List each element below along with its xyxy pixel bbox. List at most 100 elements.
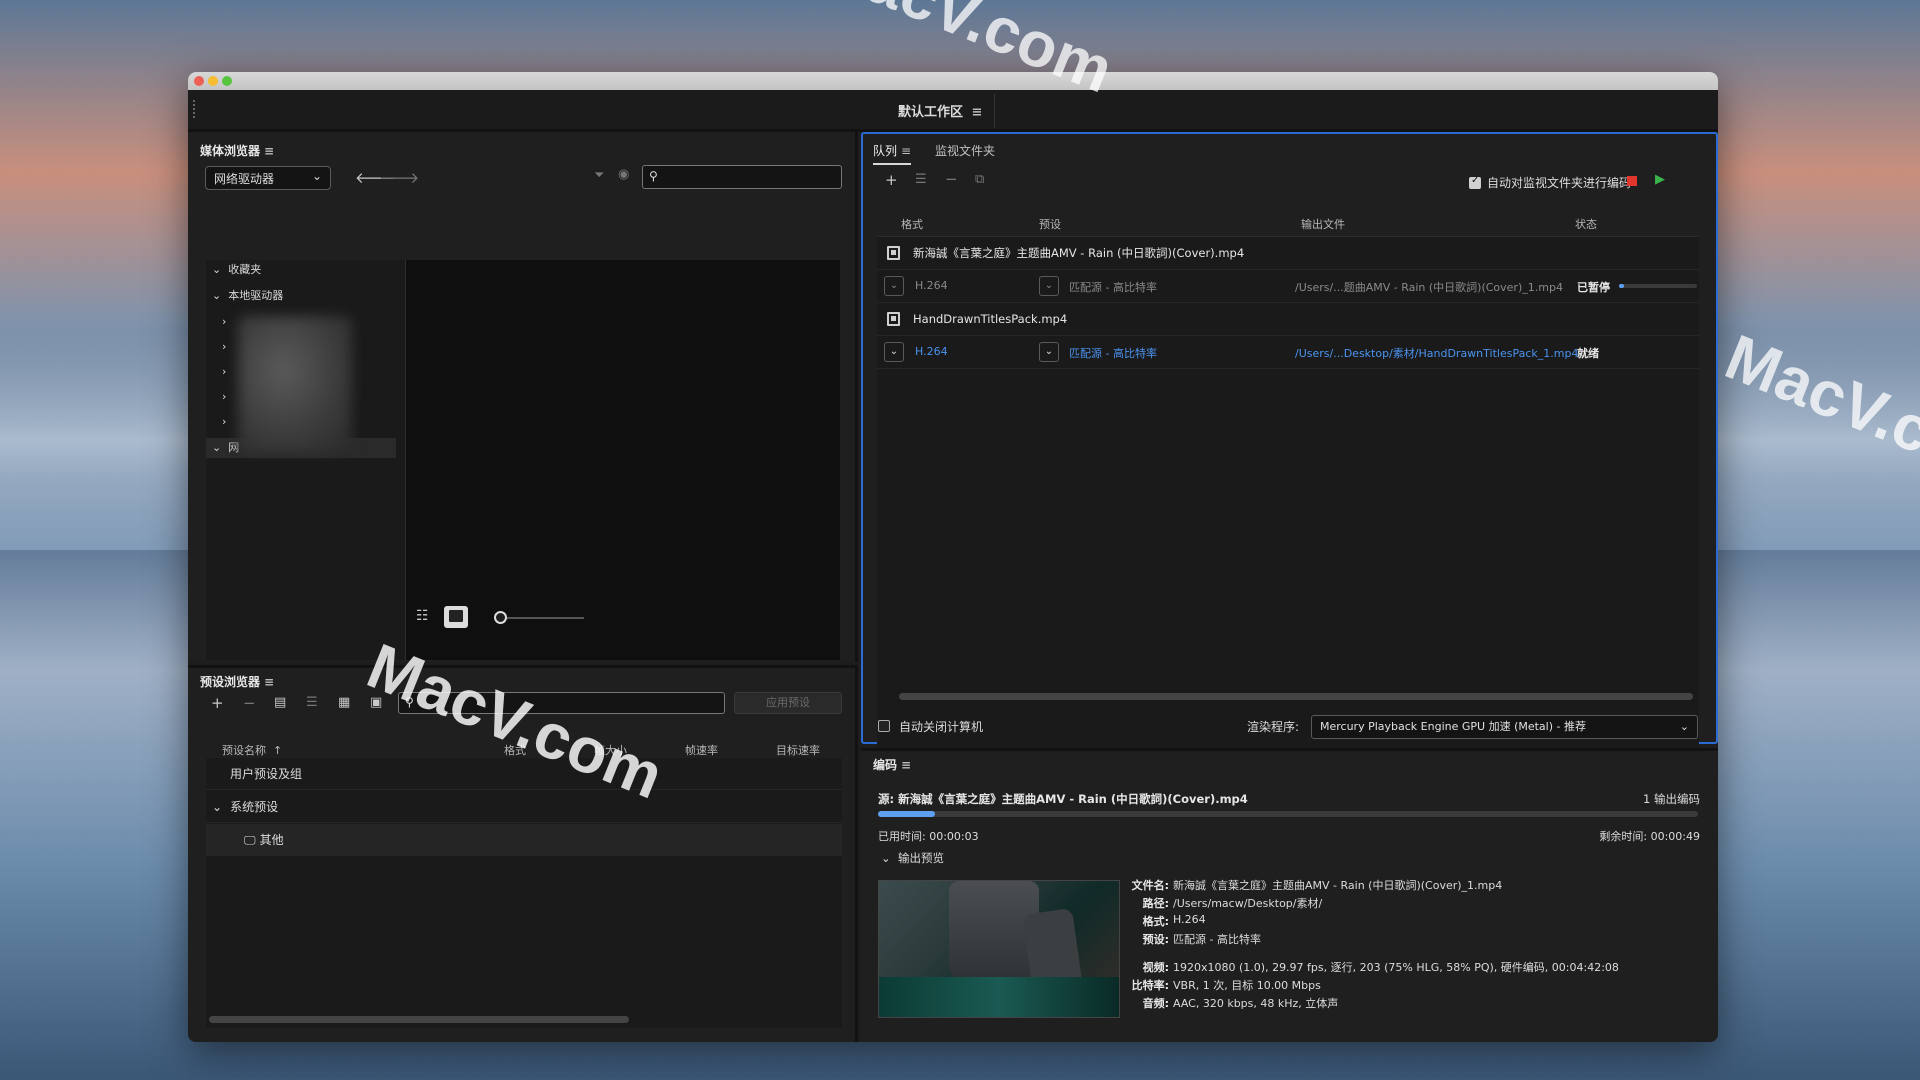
renderer-select[interactable]: Mercury Playback Engine GPU 加速 (Metal) -…	[1311, 715, 1698, 739]
column-header-frame-rate[interactable]: 帧速率	[685, 742, 718, 758]
filter-icon[interactable]: ⏷	[594, 168, 604, 183]
encoding-panel: 编码 ≡ 源: 新海誠《言葉之庭》主题曲AMV - Rain (中日歌詞)(Cov…	[861, 748, 1718, 1042]
info-video-label: 视频:	[1142, 961, 1169, 974]
tree-item-drive[interactable]: ›	[222, 412, 226, 432]
output-format[interactable]: H.264	[915, 279, 948, 292]
list-view-icon[interactable]: ☷	[416, 608, 429, 624]
menu-icon[interactable]: ≡	[972, 105, 983, 120]
grip-icon[interactable]	[193, 100, 195, 120]
tree-item-drive[interactable]: ›	[222, 387, 226, 407]
menu-icon[interactable]: ≡	[264, 675, 274, 689]
menu-icon[interactable]: ≡	[901, 758, 911, 772]
info-preset-label: 预设:	[1142, 933, 1169, 946]
column-header-format[interactable]: 格式	[901, 216, 923, 232]
source-filename: HandDrawnTitlesPack.mp4	[913, 312, 1068, 326]
status-label: 就绪	[1577, 347, 1599, 360]
remove-item-icon[interactable]: −	[945, 170, 958, 188]
remaining-time: 剩余时间: 00:00:49	[1599, 830, 1700, 843]
media-browser-title[interactable]: 媒体浏览器 ≡	[200, 142, 274, 159]
thumbnail-icon	[449, 610, 463, 622]
queue-output-row[interactable]: ⌄ H.264 ⌄ 匹配源 - 高比特率 /Users/...Desktop/素…	[877, 336, 1699, 369]
tab-watch-folders[interactable]: 监视文件夹	[935, 142, 995, 159]
tab-queue[interactable]: 队列 ≡	[873, 142, 912, 165]
format-dropdown[interactable]: ⌄	[884, 342, 904, 362]
output-preset[interactable]: 匹配源 - 高比特率	[1069, 345, 1157, 361]
zoom-slider-track[interactable]	[496, 617, 584, 619]
output-format[interactable]: H.264	[915, 345, 948, 358]
item-progress-bar	[1619, 284, 1697, 288]
tree-item-local-drives[interactable]: ⌄ 本地驱动器	[212, 286, 283, 306]
import-preset-icon[interactable]: ▦	[338, 695, 350, 710]
media-search-input[interactable]: ⚲	[642, 165, 842, 189]
drive-select-value: 网络驱动器	[214, 172, 275, 186]
column-header-preset[interactable]: 预设	[1039, 216, 1061, 232]
start-queue-button[interactable]: ▶	[1655, 172, 1665, 187]
info-preset: 匹配源 - 高比特率	[1173, 933, 1261, 946]
output-preset[interactable]: 匹配源 - 高比特率	[1069, 279, 1157, 295]
info-audio: AAC, 320 kbps, 48 kHz, 立体声	[1173, 997, 1339, 1010]
duplicate-icon[interactable]: ⧉	[975, 172, 984, 187]
output-file-path[interactable]: /Users/...Desktop/素材/HandDrawnTitlesPack…	[1295, 345, 1578, 361]
output-file-path[interactable]: /Users/...题曲AMV - Rain (中日歌詞)(Cover)_1.m…	[1295, 279, 1563, 295]
preset-settings-icon[interactable]: ☰	[915, 172, 927, 187]
output-preview-label: 输出预览	[897, 851, 944, 865]
source-filename: 新海誠《言葉之庭》主题曲AMV - Rain (中日歌詞)(Cover).mp4	[913, 246, 1245, 260]
format-dropdown[interactable]: ⌄	[884, 276, 904, 296]
zoom-slider-handle[interactable]	[494, 611, 507, 624]
add-source-icon[interactable]: +	[885, 171, 898, 189]
workspace-title[interactable]: 默认工作区 ≡	[898, 101, 982, 120]
chevron-down-icon: ⌄	[212, 263, 222, 276]
thumbnail-floor	[879, 977, 1119, 1017]
preset-row-other[interactable]: 🖵 其他	[206, 824, 842, 856]
column-header-output[interactable]: 输出文件	[1301, 216, 1345, 232]
queue-source-row[interactable]: HandDrawnTitlesPack.mp4	[877, 303, 1699, 336]
info-filename-label: 文件名:	[1131, 879, 1169, 892]
chevron-down-icon: ⌄	[1679, 720, 1689, 733]
monitor-icon: 🖵	[244, 833, 256, 847]
preset-browser-title-label: 预设浏览器	[200, 675, 261, 689]
shutdown-checkbox[interactable]	[878, 720, 890, 732]
preset-dropdown[interactable]: ⌄	[1039, 276, 1059, 296]
column-header-target-rate[interactable]: 目标速率	[776, 742, 820, 758]
chevron-right-icon: ›	[222, 415, 227, 428]
encoding-progress-bar	[878, 811, 1698, 817]
tree-item-drive[interactable]: ›	[222, 312, 226, 332]
folder-tree: ⌄ 收藏夹 ⌄ 本地驱动器 › › › › › ⌄ 网	[206, 260, 406, 660]
preset-row-system[interactable]: ⌄ 系统预设	[206, 791, 842, 823]
zoom-window-button[interactable]	[222, 76, 232, 86]
menu-icon[interactable]: ≡	[901, 144, 911, 158]
horizontal-scrollbar[interactable]	[209, 1016, 629, 1023]
tree-item-label: 收藏夹	[228, 263, 262, 276]
remove-preset-icon[interactable]: −	[243, 694, 256, 712]
close-window-button[interactable]	[194, 76, 204, 86]
queue-output-row[interactable]: ⌄ H.264 ⌄ 匹配源 - 高比特率 /Users/...题曲AMV - R…	[877, 270, 1699, 303]
apply-preset-button[interactable]: 应用预设	[734, 692, 842, 714]
stop-queue-button[interactable]	[1627, 176, 1637, 186]
tree-item-drive[interactable]: ›	[222, 362, 226, 382]
output-preview-toggle[interactable]: ⌄ 输出预览	[881, 850, 944, 866]
settings-sliders-icon[interactable]: ☰	[306, 695, 318, 710]
media-encoder-window: 默认工作区 ≡ 媒体浏览器 ≡ 网络驱动器 ⌄ 🡐 🡒 ⏷ ◉ ⚲ ⌄ 收藏夹 ⌄…	[188, 72, 1718, 1042]
minimize-window-button[interactable]	[208, 76, 218, 86]
divider	[994, 94, 995, 128]
preset-row-label: 用户预设及组	[230, 767, 303, 781]
chevron-down-icon: ⌄	[881, 851, 891, 865]
tree-item-favorites[interactable]: ⌄ 收藏夹	[212, 260, 261, 280]
auto-encode-checkbox[interactable]	[1469, 175, 1481, 189]
forward-arrow-icon[interactable]: 🡒	[379, 168, 419, 187]
drive-select[interactable]: 网络驱动器 ⌄	[205, 166, 331, 190]
preset-browser-title[interactable]: 预设浏览器 ≡	[200, 673, 274, 690]
add-preset-icon[interactable]: +	[211, 694, 224, 712]
preset-dropdown[interactable]: ⌄	[1039, 342, 1059, 362]
horizontal-scrollbar[interactable]	[899, 693, 1693, 700]
icon-view-button[interactable]	[444, 606, 468, 628]
tree-item-drive[interactable]: ›	[222, 337, 226, 357]
new-group-icon[interactable]: ▤	[274, 695, 286, 710]
eye-icon[interactable]: ◉	[618, 167, 629, 182]
info-path: /Users/macw/Desktop/素材/	[1173, 897, 1323, 910]
queue-source-row[interactable]: 新海誠《言葉之庭》主题曲AMV - Rain (中日歌詞)(Cover).mp4	[877, 237, 1699, 270]
column-header-status[interactable]: 状态	[1575, 216, 1597, 232]
menu-icon[interactable]: ≡	[264, 144, 274, 158]
column-header-preset-name[interactable]: 预设名称 ↑	[222, 742, 282, 758]
encoding-title[interactable]: 编码 ≡	[873, 756, 911, 773]
